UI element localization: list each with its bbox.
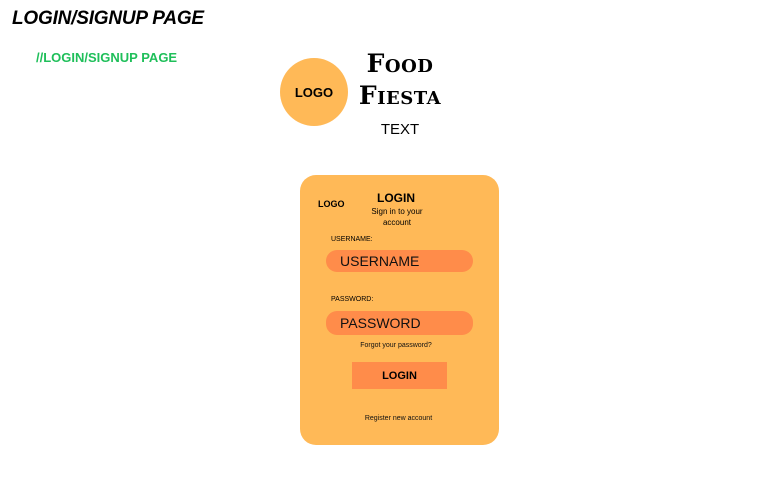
password-label: PASSWORD: <box>331 296 374 303</box>
card-logo: LOGO <box>318 199 345 209</box>
brand-logo-text: LOGO <box>294 84 334 100</box>
login-card: LOGO LOGIN Sign in to your account USERN… <box>300 175 499 445</box>
brand-tagline: TEXT <box>380 121 420 138</box>
brand-logo: LOGO <box>280 58 348 126</box>
register-link[interactable]: Register new account <box>346 415 451 422</box>
forgot-password-link[interactable]: Forgot your password? <box>346 342 446 349</box>
comment-label: //LOGIN/SIGNUP PAGE <box>36 50 178 65</box>
brand-name: Food Fiesta <box>350 48 450 112</box>
username-input[interactable] <box>326 250 473 272</box>
password-input[interactable] <box>326 311 473 335</box>
brand-name-line2: Fiesta <box>358 81 442 110</box>
login-button[interactable]: LOGIN <box>352 362 447 389</box>
login-title: LOGIN <box>377 191 415 205</box>
page-heading: LOGIN/SIGNUP PAGE <box>12 8 204 29</box>
username-label: USERNAME: <box>331 236 373 243</box>
login-subtitle: Sign in to your account <box>371 207 423 227</box>
brand-name-line1: Food <box>366 49 434 78</box>
